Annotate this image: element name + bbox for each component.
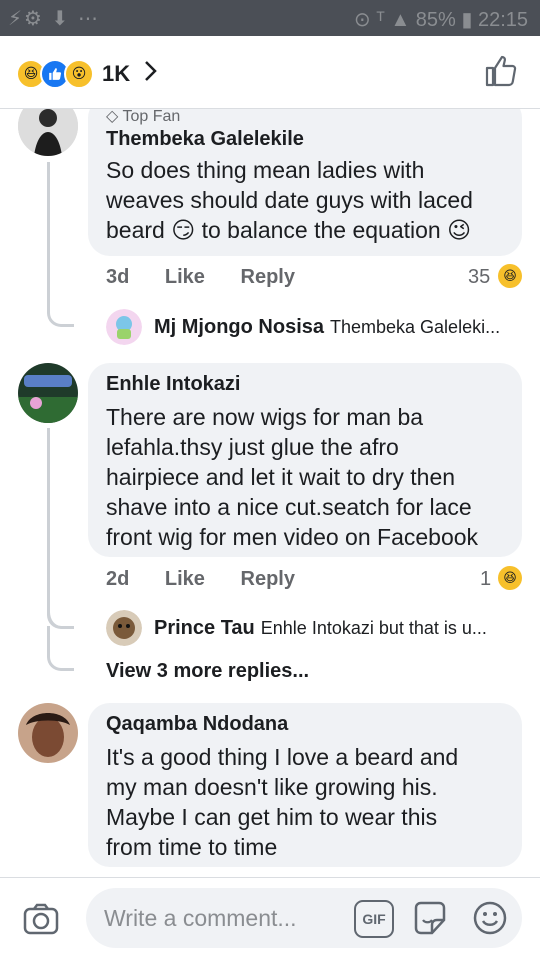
comment-bubble[interactable]: Qaqamba Ndodana It's a good thing I love… [88, 703, 522, 867]
reply-text: Thembeka Galeleki... [330, 316, 501, 337]
comment-bubble[interactable]: Enhle Intokazi There are now wigs for ma… [88, 363, 522, 557]
comment-input[interactable]: Write a comment... GIF [86, 888, 522, 948]
status-icons-left: ⚡⚙ ⬇ ⋯ [8, 8, 100, 30]
haha-reaction-icon: 😆 [498, 566, 522, 590]
reply-preview[interactable]: Prince Tau Enhle Intokazi but that is u.… [106, 610, 487, 646]
comment-author[interactable]: Thembeka Galelekile [106, 128, 504, 151]
like-link[interactable]: Like [165, 568, 205, 590]
comment-composer: Write a comment... GIF [0, 877, 540, 960]
reply-link[interactable]: Reply [241, 266, 295, 288]
sticker-icon[interactable] [412, 900, 448, 935]
avatar[interactable] [18, 363, 78, 423]
reaction-count[interactable]: 1 [480, 568, 491, 591]
comment-text: So does thing mean ladies with weaves sh… [106, 157, 473, 243]
thread-line [47, 626, 74, 671]
camera-icon[interactable] [22, 900, 60, 938]
reactions-header: 😆 😮 1K [0, 36, 540, 109]
avatar [106, 309, 142, 345]
reply-link[interactable]: Reply [241, 568, 295, 590]
comment-text: There are now wigs for man ba lefahla.th… [106, 404, 479, 550]
reply-text: Enhle Intokazi but that is u... [260, 617, 487, 638]
comment-actions: 2d Like Reply [106, 568, 325, 591]
top-fan-badge: ◇ Top Fan [106, 108, 181, 125]
emoji-icon[interactable] [472, 900, 508, 936]
comment-author[interactable]: Qaqamba Ndodana [106, 713, 504, 736]
reaction-count: 1K [102, 60, 131, 86]
view-more-replies-link[interactable]: View 3 more replies... [106, 660, 309, 683]
thread-line [47, 162, 74, 327]
reaction-summary[interactable]: 😆 😮 1K [16, 58, 158, 89]
comment-text: It's a good thing I love a beard and my … [106, 744, 459, 860]
reaction-count[interactable]: 35 [468, 266, 490, 289]
reply-author: Mj Mjongo Nosisa [154, 315, 324, 338]
haha-reaction-icon: 😆 [498, 264, 522, 288]
chevron-right-icon [144, 58, 158, 89]
gif-button[interactable]: GIF [354, 900, 394, 938]
wow-reaction-icon: 😮 [64, 58, 94, 89]
like-button-thumb-icon[interactable] [484, 54, 518, 88]
comment-input-placeholder: Write a comment... [104, 905, 297, 931]
reply-preview[interactable]: Mj Mjongo Nosisa Thembeka Galeleki... [106, 309, 500, 345]
comment-time: 2d [106, 568, 130, 590]
comments-sheet: 😆 😮 1K ◇ Top Fan Thembeka Galelekile So … [0, 36, 540, 960]
comment-time: 3d [106, 266, 130, 288]
avatar [106, 610, 142, 646]
diamond-icon: ◇ [106, 108, 119, 125]
comment-author[interactable]: Enhle Intokazi [106, 373, 504, 396]
comment-actions: 3d Like Reply [106, 266, 325, 289]
like-link[interactable]: Like [165, 266, 205, 288]
avatar[interactable] [18, 703, 78, 763]
status-bar: ⚡⚙ ⬇ ⋯ ⊙ ᵀ ▲ 85% ▮ 22:15 [0, 0, 540, 36]
thread-line [47, 596, 74, 629]
comment-bubble[interactable]: ◇ Top Fan Thembeka Galelekile So does th… [88, 96, 522, 256]
status-icons-right: ⊙ ᵀ ▲ 85% ▮ 22:15 [353, 9, 528, 31]
reply-author: Prince Tau [154, 616, 255, 639]
